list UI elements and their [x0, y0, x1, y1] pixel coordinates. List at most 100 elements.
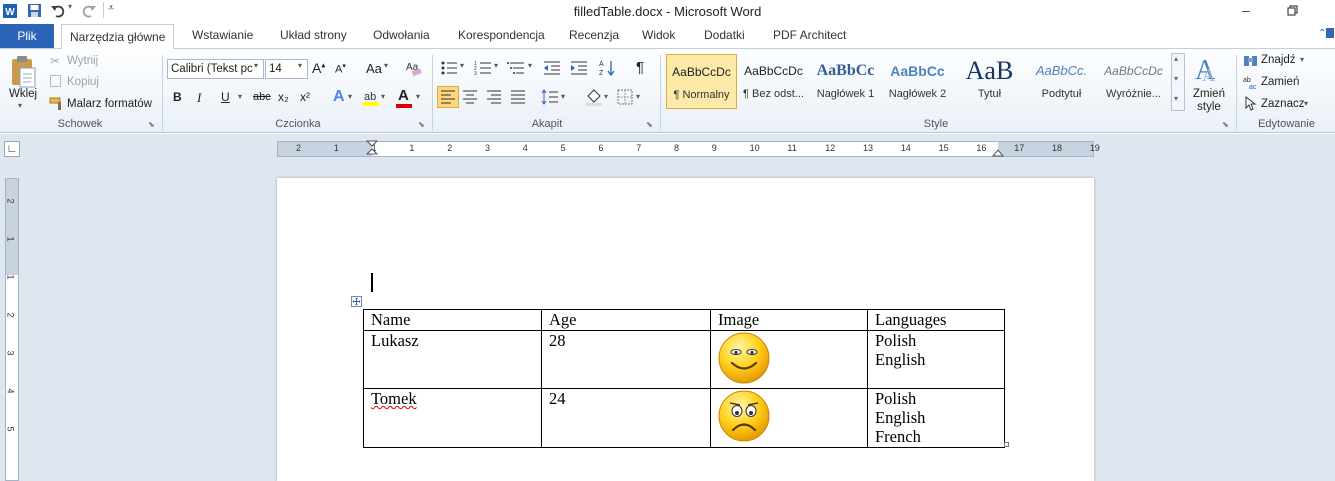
justify-icon[interactable]	[510, 89, 526, 105]
underline-dropdown-icon[interactable]: ▾	[238, 92, 242, 101]
style-title[interactable]: AaB Tytuł	[954, 54, 1025, 109]
subscript-button[interactable]: x₂	[278, 90, 289, 104]
header-name[interactable]: Name	[363, 309, 542, 331]
styles-launcher-icon[interactable]: ⬊	[1222, 120, 1229, 129]
bold-button[interactable]: B	[173, 90, 182, 104]
find-button[interactable]: Znajdź	[1261, 54, 1296, 66]
highlight-dropdown-icon[interactable]: ▾	[381, 92, 385, 101]
paste-button[interactable]: Wklej	[9, 88, 37, 100]
increase-indent-icon[interactable]	[570, 60, 588, 76]
style-normal[interactable]: AaBbCcDc ¶ Normalny	[666, 54, 737, 109]
highlight-icon[interactable]: ab	[362, 88, 380, 108]
select-icon[interactable]	[1245, 96, 1257, 111]
styles-scrollbar[interactable]: ▴ ▾ ▾	[1171, 53, 1185, 111]
numbering-dropdown-icon[interactable]: ▾	[494, 61, 498, 70]
borders-dropdown-icon[interactable]: ▾	[636, 92, 640, 101]
show-formatting-button[interactable]: ¶	[636, 59, 644, 76]
font-color-dropdown-icon[interactable]: ▾	[416, 92, 420, 101]
multilevel-dropdown-icon[interactable]: ▾	[528, 61, 532, 70]
font-color-button[interactable]: A	[398, 87, 409, 104]
align-center-icon[interactable]	[462, 89, 478, 105]
tab-references[interactable]: Odwołania	[369, 22, 434, 49]
replace-icon[interactable]: abac	[1243, 75, 1259, 90]
copy-button[interactable]: Kopiuj	[67, 76, 99, 88]
find-dropdown-icon[interactable]: ▾	[1300, 55, 1304, 64]
tab-addins[interactable]: Dodatki	[700, 22, 749, 49]
table-move-handle-icon[interactable]	[351, 296, 362, 307]
bullets-icon[interactable]	[440, 60, 458, 76]
data-table[interactable]: Name Age Image Languages Lukasz 28 Polis…	[363, 309, 1005, 448]
style-subtitle[interactable]: AaBbCc. Podtytuł	[1026, 54, 1097, 109]
shading-icon[interactable]	[584, 87, 604, 107]
tab-insert[interactable]: Wstawianie	[188, 22, 257, 49]
select-dropdown-icon[interactable]: ▾	[1304, 99, 1308, 108]
vertical-ruler[interactable]: 2 1 1 2 3 4 5	[5, 178, 19, 481]
italic-button[interactable]: I	[197, 90, 201, 106]
header-image[interactable]: Image	[710, 309, 868, 331]
numbering-icon[interactable]: 123	[474, 60, 492, 76]
replace-button[interactable]: Zamień	[1261, 76, 1299, 88]
line-spacing-icon[interactable]	[541, 88, 559, 106]
paste-icon[interactable]	[9, 55, 37, 89]
styles-scroll-up-icon[interactable]: ▴	[1174, 54, 1178, 63]
change-styles-icon[interactable]: AA	[1194, 53, 1224, 85]
change-case-button[interactable]: Aa	[366, 61, 382, 76]
cell-image[interactable]	[710, 330, 868, 389]
cell-age[interactable]: 24	[541, 388, 711, 448]
tab-review[interactable]: Recenzja	[565, 22, 623, 49]
borders-icon[interactable]	[617, 89, 633, 105]
format-painter-button[interactable]: Malarz formatów	[67, 98, 152, 110]
cell-name[interactable]: Lukasz	[363, 330, 542, 389]
header-age[interactable]: Age	[541, 309, 711, 331]
style-heading2[interactable]: AaBbCc Nagłówek 2	[882, 54, 953, 109]
change-styles-button[interactable]: Zmień style	[1193, 88, 1225, 114]
cell-languages[interactable]: Polish English French	[867, 388, 1005, 448]
tab-page-layout[interactable]: Układ strony	[276, 22, 351, 49]
right-indent-marker-icon[interactable]	[992, 145, 1004, 157]
bullets-dropdown-icon[interactable]: ▾	[460, 61, 464, 70]
indent-marker-icon[interactable]	[366, 140, 378, 158]
change-case-dropdown-icon[interactable]: ▾	[384, 61, 388, 70]
shrink-font-icon[interactable]: A▾	[335, 62, 346, 76]
styles-more-icon[interactable]: ▾	[1174, 94, 1178, 103]
minimize-icon[interactable]: –	[1242, 2, 1250, 18]
copy-icon[interactable]	[50, 75, 61, 87]
tab-selector-icon[interactable]: ∟	[4, 141, 20, 157]
tab-file[interactable]: Plik	[0, 24, 54, 48]
restore-icon[interactable]	[1287, 5, 1299, 17]
header-languages[interactable]: Languages	[867, 309, 1005, 331]
select-button[interactable]: Zaznacz	[1261, 98, 1304, 110]
horizontal-ruler[interactable]: 2 1 1 1 2 3 4 5 6 7 8 9 10 11 12 13 14 15 16 17 18 19	[277, 140, 1100, 158]
align-right-icon[interactable]	[486, 89, 502, 105]
tab-pdf-architect[interactable]: PDF Architect	[769, 22, 850, 49]
tab-home[interactable]: Narzędzia główne	[61, 24, 175, 52]
superscript-button[interactable]: x²	[300, 90, 310, 104]
cell-image[interactable]	[710, 388, 868, 448]
strikethrough-button[interactable]: abc	[253, 91, 271, 103]
cell-languages[interactable]: Polish English	[867, 330, 1005, 389]
shading-dropdown-icon[interactable]: ▾	[604, 92, 608, 101]
format-painter-icon[interactable]	[49, 96, 64, 111]
cut-icon[interactable]: ✂	[50, 54, 60, 68]
clipboard-launcher-icon[interactable]: ⬊	[148, 120, 155, 129]
underline-button[interactable]: U	[221, 90, 230, 104]
cell-name[interactable]: Tomek	[363, 388, 542, 448]
sort-icon[interactable]: AZ	[599, 59, 617, 77]
style-no-spacing[interactable]: AaBbCcDc ¶ Bez odst...	[738, 54, 809, 109]
decrease-indent-icon[interactable]	[543, 60, 561, 76]
align-left-icon[interactable]	[437, 86, 459, 108]
text-effects-dropdown-icon[interactable]: ▾	[348, 92, 352, 101]
font-launcher-icon[interactable]: ⬊	[418, 120, 425, 129]
style-heading1[interactable]: AaBbCc Nagłówek 1	[810, 54, 881, 109]
multilevel-list-icon[interactable]	[507, 60, 527, 76]
font-size-dropdown-icon[interactable]: ▾	[298, 61, 302, 70]
find-icon[interactable]	[1243, 54, 1259, 68]
tab-mailings[interactable]: Korespondencja	[454, 22, 549, 49]
table-resize-handle[interactable]	[1004, 442, 1009, 447]
styles-scroll-down-icon[interactable]: ▾	[1174, 74, 1178, 83]
style-emphasis[interactable]: AaBbCcDc Wyróżnie...	[1098, 54, 1169, 109]
help-icon[interactable]	[1326, 28, 1334, 38]
text-effects-icon[interactable]: A	[333, 88, 345, 106]
cell-age[interactable]: 28	[541, 330, 711, 389]
font-name-box[interactable]: Calibri (Tekst pc	[167, 59, 264, 79]
